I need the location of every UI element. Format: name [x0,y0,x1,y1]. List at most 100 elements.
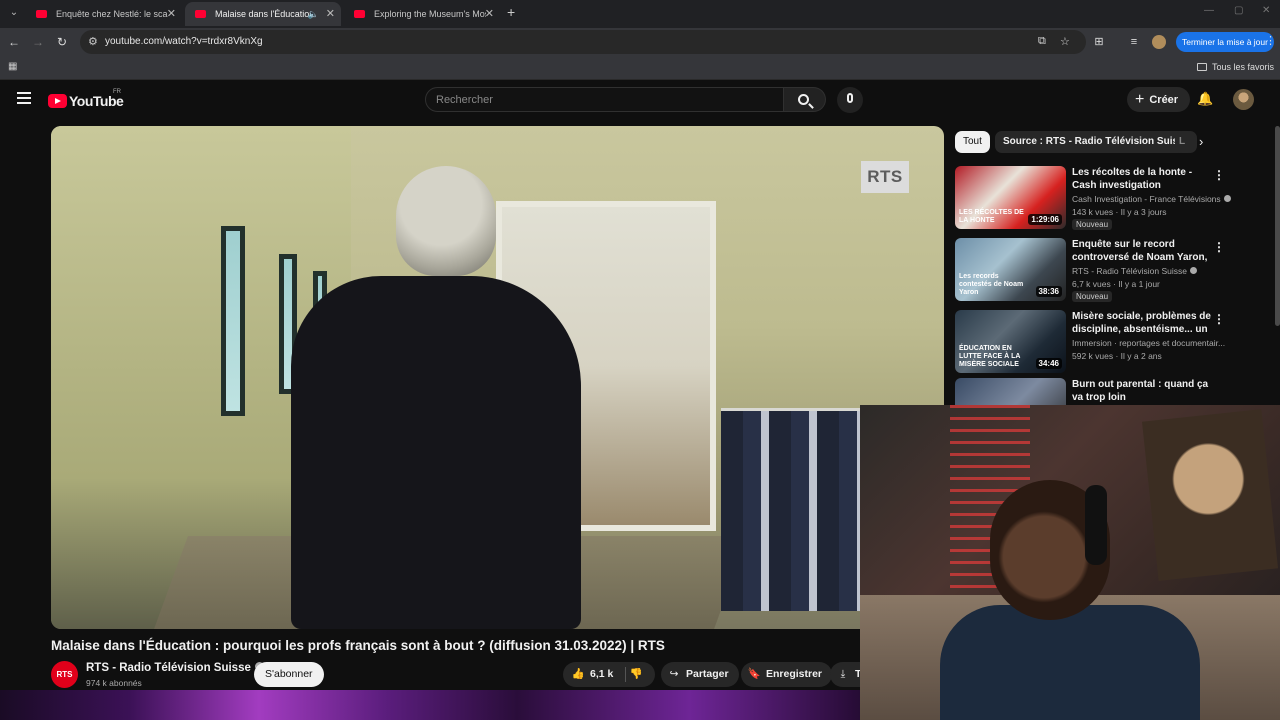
recommendation-channel[interactable]: Immersion · reportages et documentair... [1072,338,1232,348]
recommendation-meta: 143 k vues · Il y a 3 jours [1072,207,1167,217]
youtube-favicon-icon [195,10,206,18]
more-options-icon[interactable]: ⋮ [1213,168,1225,182]
microphone-icon [847,93,853,103]
profile-avatar[interactable] [1152,35,1166,49]
video-player[interactable] [51,126,944,629]
search-input[interactable] [426,88,783,111]
new-badge: Nouveau [1072,291,1113,302]
close-tab-icon[interactable]: ✕ [485,2,494,26]
forward-arrow-icon[interactable]: → [30,34,46,50]
page-scrollbar[interactable] [1275,126,1280,326]
apps-grid-icon[interactable]: ▦ [8,61,20,73]
browser-tab-strip: ⌄ Enquête chez Nestlé: le scandale ✕ Mal… [0,0,1280,28]
duration-badge: 1:29:06 [1028,214,1062,225]
speaker-icon[interactable]: 🔈 [308,2,319,26]
subscribe-button[interactable]: S'abonner [254,662,324,687]
tab-museum[interactable]: Exploring the Museum's Most Myst ✕ [344,2,500,26]
create-button[interactable]: + Créer [1127,87,1191,112]
subscriber-count: 974 k abonnés [86,678,142,688]
bookmark-star-icon[interactable]: ☆ [1060,35,1070,48]
save-button[interactable]: 🔖 Enregistrer [741,662,833,687]
youtube-favicon-icon [354,10,365,18]
voice-search-button[interactable] [837,87,863,113]
video-thumbnail[interactable]: Les records contestés de Noam Yaron 38:3… [955,238,1066,301]
address-bar[interactable]: ⚙ youtube.com/watch?v=trdxr8VknXg ⧉ ☆ [80,30,1086,54]
share-arrow-icon: ↪ [669,668,679,680]
create-label: Créer [1149,94,1179,106]
video-thumbnail[interactable]: ÉDUCATION EN LUTTE FACE À LA MISÈRE SOCI… [955,310,1066,373]
dislike-button[interactable]: 👎 [629,662,648,687]
maximize-icon[interactable]: ▢ [1234,5,1243,16]
recommendation-item[interactable]: LES RÉCOLTES DE LA HONTE 1:29:06 Les réc… [955,166,1255,232]
channel-avatar[interactable]: RTS [51,661,78,688]
chip-source-rts[interactable]: Source : RTS - Radio Télévision Suisse [995,131,1198,153]
recommendation-title[interactable]: Enquête sur le record controversé de Noa… [1072,238,1212,264]
notifications-bell-icon[interactable]: 🔔 [1197,91,1213,107]
thumbnail-caption: ÉDUCATION EN LUTTE FACE À LA MISÈRE SOCI… [959,345,1021,368]
url-text[interactable]: youtube.com/watch?v=trdxr8VknXg [105,36,263,47]
close-tab-icon[interactable]: ✕ [167,2,176,26]
youtube-play-icon [48,93,67,108]
recommendation-channel[interactable]: Cash Investigation - France Télévisions [1072,194,1232,204]
like-divider [625,667,626,682]
minimize-icon[interactable]: — [1204,5,1214,16]
more-options-icon[interactable]: ⋮ [1213,240,1225,254]
thumbs-up-icon: 👍 [571,668,585,680]
chevron-right-icon[interactable]: › [1199,134,1215,150]
close-tab-icon[interactable]: ✕ [326,2,335,26]
thumbnail-caption: Les records contestés de Noam Yaron [959,273,1024,296]
recommendation-channel[interactable]: RTS - Radio Télévision Suisse [1072,266,1232,276]
reload-icon[interactable]: ↻ [54,34,70,50]
finish-update-button[interactable]: Terminer la mise à jour [1176,32,1274,52]
recommendation-title[interactable]: Burn out parental : quand ça va trop loi… [1072,378,1212,404]
thumbs-down-icon: 👎 [629,668,643,680]
tab-malaise-education[interactable]: Malaise dans l'Éducation : pourquoi 🔈 ✕ [185,2,341,26]
duration-badge: 38:36 [1035,286,1062,297]
tab-search-chevron-icon[interactable]: ⌄ [6,5,22,21]
menu-icon[interactable] [17,92,31,104]
more-menu-icon[interactable]: ⋮ [1265,34,1276,47]
tab-title: Exploring the Museum's Most Myst [374,9,486,19]
video-frame-coats [721,411,861,611]
country-code: FR [113,89,121,95]
recommendation-item[interactable]: Burn out parental : quand ça va trop loi… [955,378,1255,441]
channel-text: Cash Investigation - France Télévisions [1072,194,1221,204]
video-thumbnail[interactable]: LES RÉCOLTES DE LA HONTE 1:29:06 [955,166,1066,229]
search-button[interactable] [784,87,826,112]
back-arrow-icon[interactable]: ← [6,34,22,50]
bookmark-icon: 🔖 [747,668,761,680]
browser-toolbar: ← → ↻ ⚙ youtube.com/watch?v=trdxr8VknXg … [0,28,1280,56]
recommendation-item[interactable]: Les records contestés de Noam Yaron 38:3… [955,238,1255,304]
chip-all[interactable]: Tout [955,131,990,153]
recommendation-title[interactable]: Les récoltes de la honte - Cash investig… [1072,166,1212,192]
download-icon: ⤓ [840,668,846,680]
site-info-icon[interactable]: ⚙ [88,35,98,48]
more-options-icon[interactable]: ⋮ [1213,312,1225,326]
recommendation-title[interactable]: Misère sociale, problèmes de discipline,… [1072,310,1212,336]
new-badge: Nouveau [1072,219,1113,230]
extensions-icon[interactable]: ⊞ [1092,35,1106,49]
video-frame-window [221,226,245,416]
like-count: 6,1 k [590,668,614,680]
all-bookmarks-button[interactable]: Tous les favoris [1196,62,1274,72]
youtube-logo[interactable]: YouTube FR [48,89,124,110]
duration-badge: 34:46 [1035,358,1062,369]
chip-partial[interactable]: L [1175,131,1195,153]
download-button[interactable]: ⤓ T [830,662,862,687]
webcam-overlay [860,405,1280,720]
video-frame-person [291,276,581,629]
share-button[interactable]: ↪ Partager [661,662,739,687]
folder-icon [1196,63,1207,71]
account-avatar[interactable] [1233,89,1254,110]
new-tab-icon[interactable]: + [507,4,521,22]
save-label: Enregistrer [766,668,823,680]
recommendation-meta: 592 k vues · Il y a 2 ans [1072,351,1162,361]
channel-name[interactable]: RTS - Radio Télévision Suisse [86,662,264,674]
tab-nestle[interactable]: Enquête chez Nestlé: le scandale ✕ [26,2,182,26]
reading-list-icon[interactable]: ≡ [1127,35,1141,49]
cast-icon[interactable]: ⧉ [1038,35,1046,48]
like-button[interactable]: 👍 6,1 k [571,668,613,680]
search-field[interactable] [425,87,784,112]
recommendation-item[interactable]: ÉDUCATION EN LUTTE FACE À LA MISÈRE SOCI… [955,310,1255,376]
close-window-icon[interactable]: ✕ [1262,5,1270,16]
